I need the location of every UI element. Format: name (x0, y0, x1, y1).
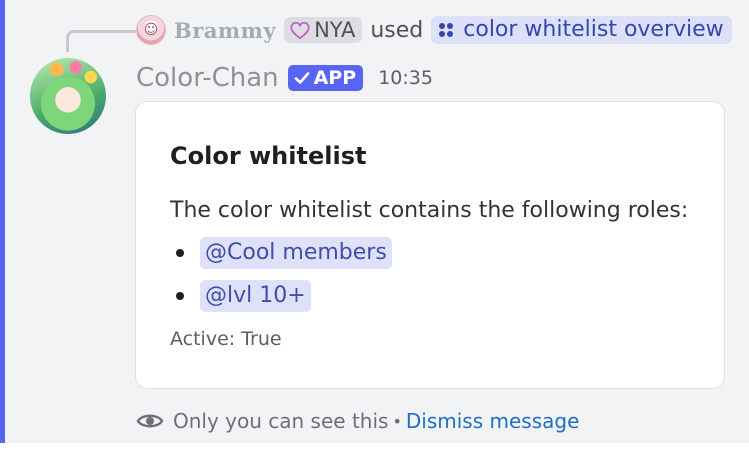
embed-description: The color whitelist contains the followi… (170, 198, 689, 223)
list-item: @lvl 10+ (176, 280, 311, 312)
command-name: color whitelist overview (463, 17, 724, 42)
embed-card: Color whitelist The color whitelist cont… (135, 101, 725, 389)
eye-icon (136, 414, 164, 428)
app-badge-label: APP (313, 67, 357, 89)
bot-avatar[interactable] (30, 58, 106, 134)
dismiss-message-link[interactable]: Dismiss message (406, 409, 580, 433)
author-name[interactable]: Color-Chan (136, 63, 279, 93)
separator-dot: • (392, 411, 402, 431)
bot-message: ☺ Brammy NYA used color whitelist overvi… (0, 0, 749, 443)
only-you-text: Only you can see this (173, 409, 389, 433)
highlight-bar (0, 0, 5, 443)
role-mention[interactable]: @Cool members (200, 237, 392, 269)
embed-title: Color whitelist (170, 142, 367, 170)
list-item: @Cool members (176, 237, 392, 269)
used-text: used (370, 17, 424, 43)
interaction-username[interactable]: Brammy (174, 18, 276, 43)
checkmark-icon (294, 72, 309, 84)
user-avatar-icon[interactable]: ☺ (136, 15, 166, 45)
timestamp[interactable]: 10:35 (378, 67, 433, 89)
author-row: Color-Chan APP 10:35 (136, 60, 433, 96)
reply-connector-line (66, 30, 136, 52)
app-badge: APP (287, 65, 364, 91)
command-mention[interactable]: color whitelist overview (431, 16, 732, 44)
heart-icon (290, 21, 310, 40)
embed-status: Active: True (170, 328, 282, 350)
role-mention[interactable]: @lvl 10+ (200, 280, 311, 312)
interaction-header: ☺ Brammy NYA used color whitelist overvi… (136, 13, 732, 47)
ephemeral-notice: Only you can see this • Dismiss message (136, 405, 579, 437)
user-tag: NYA (284, 17, 363, 43)
bottom-strip (0, 443, 749, 455)
slash-command-icon (439, 22, 454, 37)
bullet (176, 249, 184, 257)
bullet (176, 292, 184, 300)
user-tag-label: NYA (314, 18, 356, 42)
